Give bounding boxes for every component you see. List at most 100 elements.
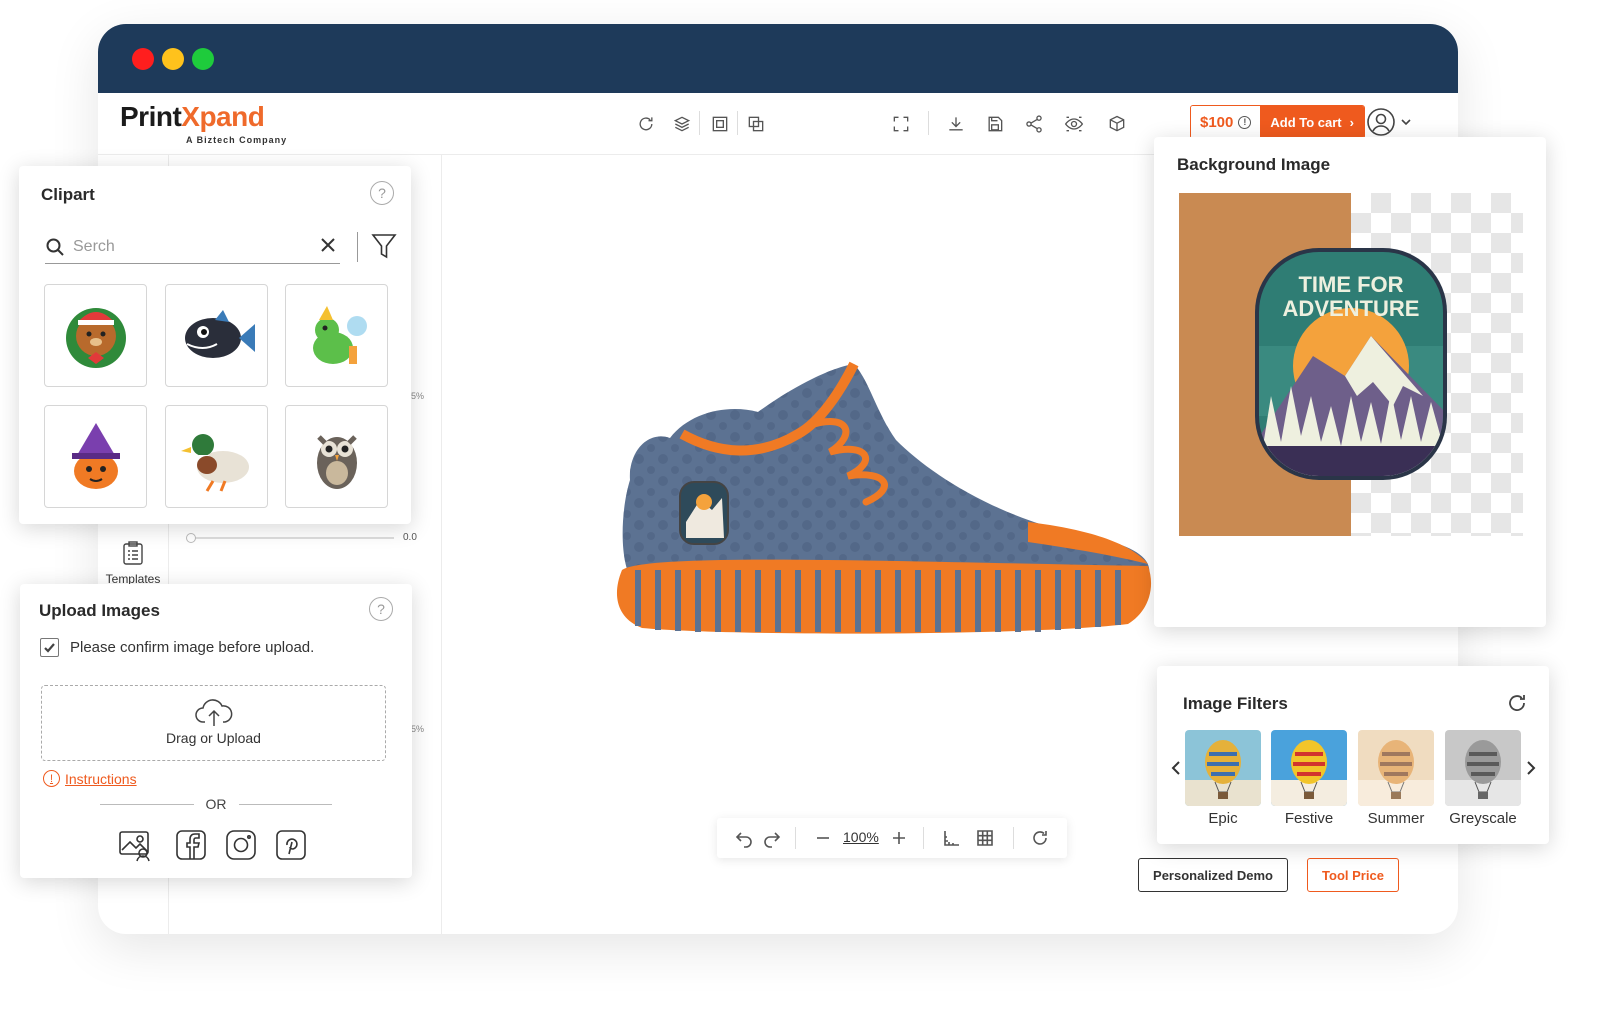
ruler-icon[interactable] bbox=[941, 828, 961, 848]
personalized-demo-button[interactable]: Personalized Demo bbox=[1138, 858, 1288, 892]
balloon-epic-icon bbox=[1185, 730, 1261, 806]
upload-title: Upload Images bbox=[39, 601, 160, 620]
pumpkin-icon bbox=[71, 422, 120, 489]
or-divider: OR bbox=[100, 796, 332, 812]
filter-summer[interactable] bbox=[1358, 730, 1434, 806]
brand-tagline: A Biztech Company bbox=[186, 135, 288, 145]
property-percent: 5% bbox=[411, 391, 425, 401]
brand-name: PrintXpand bbox=[120, 101, 265, 133]
clipart-item-dinosaur[interactable] bbox=[285, 284, 388, 387]
chevron-right-icon: › bbox=[1349, 114, 1354, 130]
clipart-item-teddy-bear[interactable] bbox=[44, 284, 147, 387]
filter-label: Epic bbox=[1208, 810, 1238, 827]
dropzone-label: Drag or Upload bbox=[166, 730, 261, 746]
preview-icon[interactable] bbox=[1063, 113, 1085, 135]
download-icon[interactable] bbox=[945, 113, 967, 135]
toolbar-divider bbox=[928, 111, 929, 135]
clipart-item-owl[interactable] bbox=[285, 405, 388, 508]
add-to-cart-button[interactable]: Add To cart › bbox=[1260, 106, 1364, 138]
toolbar-divider bbox=[699, 111, 700, 135]
chevron-left-icon[interactable] bbox=[1169, 760, 1183, 781]
close-icon[interactable] bbox=[319, 236, 337, 254]
undo-icon[interactable] bbox=[734, 828, 754, 848]
instagram-icon[interactable] bbox=[224, 828, 258, 862]
duck-icon bbox=[180, 433, 249, 492]
filter-label: Greyscale bbox=[1449, 810, 1517, 827]
upload-dropzone[interactable]: Drag or Upload bbox=[41, 685, 386, 761]
facebook-icon[interactable] bbox=[174, 828, 208, 862]
filter-icon[interactable] bbox=[371, 232, 397, 265]
clipart-item-pumpkin-witch[interactable] bbox=[44, 405, 147, 508]
fish-icon bbox=[184, 309, 255, 358]
user-avatar-icon bbox=[1367, 108, 1395, 136]
filter-epic[interactable] bbox=[1185, 730, 1261, 806]
clipart-item-piranha-fish[interactable] bbox=[165, 284, 268, 387]
confirm-checkbox[interactable] bbox=[40, 638, 59, 657]
clipart-panel: Clipart ? bbox=[19, 166, 411, 524]
layers-icon[interactable] bbox=[671, 113, 693, 135]
instructions-label: Instructions bbox=[65, 770, 137, 787]
sidebar-item-templates[interactable]: Templates bbox=[98, 540, 168, 586]
gallery-icon[interactable] bbox=[118, 828, 152, 862]
controls-divider bbox=[795, 827, 796, 849]
price-cart-group: $100! Add To cart › bbox=[1190, 105, 1365, 139]
search-divider bbox=[357, 232, 358, 262]
arrange-icon[interactable] bbox=[745, 113, 767, 135]
redo-icon[interactable] bbox=[762, 828, 782, 848]
close-window-button[interactable] bbox=[132, 48, 154, 70]
filter-festive[interactable] bbox=[1271, 730, 1347, 806]
property-slider-track[interactable] bbox=[188, 537, 394, 539]
info-icon[interactable]: ! bbox=[1238, 115, 1252, 129]
minimize-window-button[interactable] bbox=[162, 48, 184, 70]
property-slider-handle[interactable] bbox=[186, 533, 196, 543]
price-display[interactable]: $100! bbox=[1191, 106, 1261, 138]
background-image-title: Background Image bbox=[1177, 155, 1331, 174]
help-icon[interactable]: ? bbox=[369, 597, 393, 621]
upload-images-panel: Upload Images ? Please confirm image bef… bbox=[20, 584, 412, 878]
cloud-upload-icon bbox=[194, 699, 232, 726]
pinterest-icon[interactable] bbox=[274, 828, 308, 862]
share-icon[interactable] bbox=[1023, 113, 1045, 135]
property-slider-value: 0.0 bbox=[403, 532, 417, 543]
user-menu[interactable] bbox=[1366, 107, 1412, 137]
zoom-out-icon[interactable] bbox=[813, 828, 833, 848]
instructions-link[interactable]: ! Instructions bbox=[43, 770, 137, 787]
help-icon[interactable]: ? bbox=[370, 181, 394, 205]
search-icon bbox=[46, 238, 64, 256]
brand-name-part2: Xpand bbox=[181, 101, 265, 132]
confirm-label: Please confirm image before upload. bbox=[70, 639, 315, 656]
search-input[interactable] bbox=[73, 237, 303, 256]
chevron-right-icon[interactable] bbox=[1524, 760, 1538, 781]
background-preview[interactable]: TIME FOR ADVENTURE bbox=[1179, 193, 1523, 536]
alert-icon: ! bbox=[43, 770, 60, 787]
clipart-item-mallard-duck[interactable] bbox=[165, 405, 268, 508]
reset-filters-icon[interactable] bbox=[1506, 692, 1528, 719]
background-image-panel: Background Image TIME FOR ADVENTURE bbox=[1154, 137, 1546, 627]
tool-price-button[interactable]: Tool Price bbox=[1307, 858, 1399, 892]
maximize-window-button[interactable] bbox=[192, 48, 214, 70]
product-shoe-image[interactable] bbox=[608, 342, 1168, 642]
brand-logo: PrintXpand A Biztech Company bbox=[120, 101, 286, 145]
reset-icon[interactable] bbox=[635, 113, 657, 135]
panel-divider bbox=[441, 155, 442, 934]
clipboard-icon bbox=[123, 541, 143, 565]
chevron-down-icon bbox=[1401, 119, 1411, 126]
fullscreen-icon[interactable] bbox=[890, 113, 912, 135]
stage: PrintXpand A Biztech Company $100! Add T… bbox=[0, 0, 1599, 1021]
grid-icon[interactable] bbox=[975, 828, 995, 848]
3d-icon[interactable] bbox=[1106, 113, 1128, 135]
filter-greyscale[interactable] bbox=[1445, 730, 1521, 806]
filter-label: Summer bbox=[1367, 810, 1425, 827]
zoom-level[interactable]: 100% bbox=[843, 829, 879, 845]
adventure-badge-image: TIME FOR ADVENTURE bbox=[1255, 248, 1447, 480]
save-icon[interactable] bbox=[984, 113, 1006, 135]
property-percent: 5% bbox=[411, 724, 425, 734]
zoom-in-icon[interactable] bbox=[889, 828, 909, 848]
divider-line bbox=[238, 803, 332, 805]
divider-line bbox=[100, 803, 194, 805]
group-icon[interactable] bbox=[709, 113, 731, 135]
refresh-icon[interactable] bbox=[1030, 828, 1050, 848]
balloon-festive-icon bbox=[1271, 730, 1347, 806]
clipart-search bbox=[45, 230, 340, 264]
price-value: $100 bbox=[1200, 113, 1234, 131]
